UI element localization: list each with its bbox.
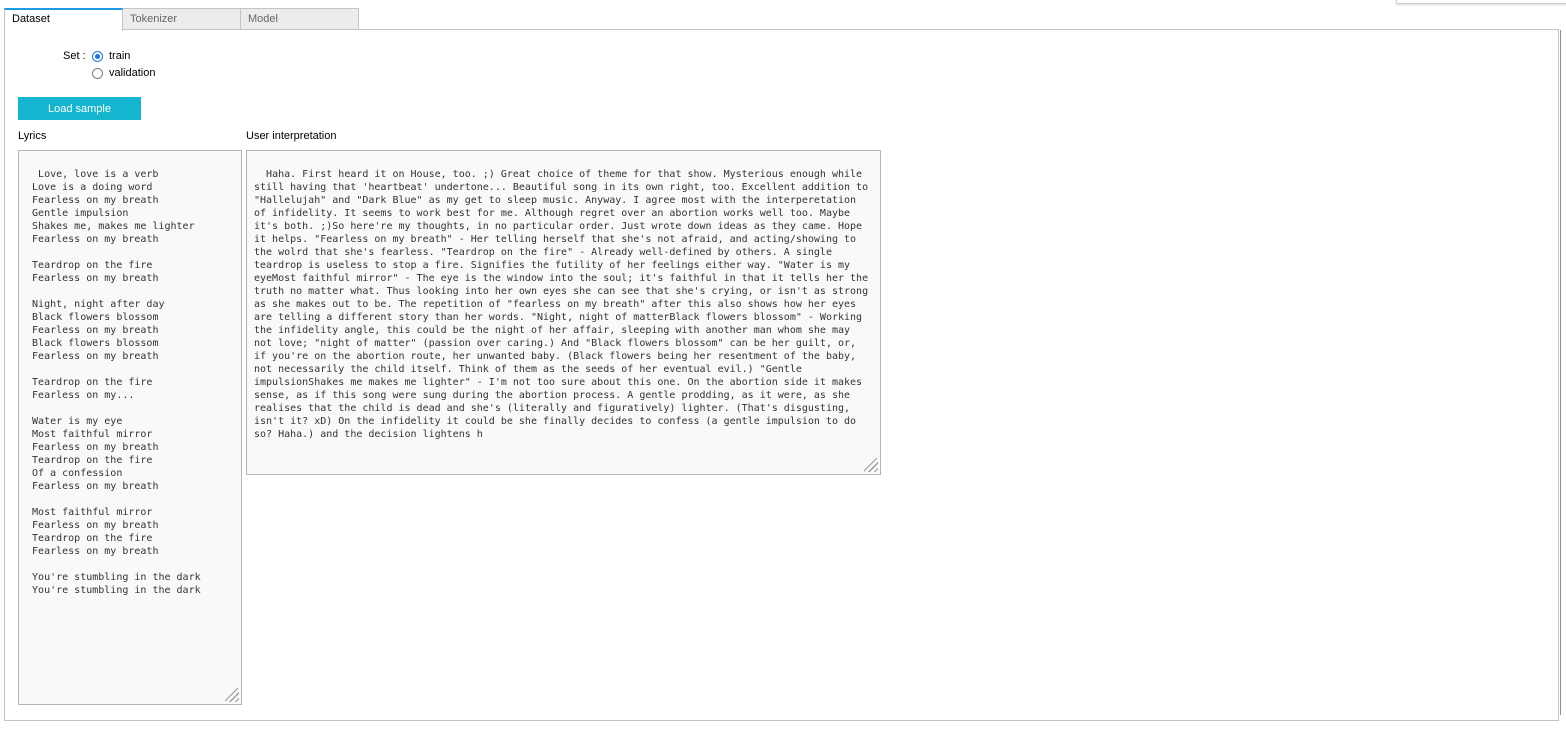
- lyrics-textarea[interactable]: Love, love is a verb Love is a doing wor…: [18, 150, 242, 705]
- radio-validation-label: validation: [109, 67, 156, 79]
- popup-edge: [1396, 0, 1566, 4]
- interpretation-textarea[interactable]: Haha. First heard it on House, too. ;) G…: [246, 150, 881, 475]
- tab-model[interactable]: Model: [240, 8, 359, 30]
- lyrics-text: Love, love is a verb Love is a doing wor…: [32, 169, 201, 596]
- radio-train-button[interactable]: [92, 50, 103, 62]
- tab-bar: Dataset Tokenizer Model: [4, 8, 359, 31]
- resize-handle-icon[interactable]: [225, 688, 239, 702]
- tab-tokenizer[interactable]: Tokenizer: [122, 8, 241, 30]
- radio-validation[interactable]: validation: [92, 67, 155, 79]
- radio-train-label: train: [109, 50, 131, 62]
- load-sample-button[interactable]: Load sample: [18, 97, 141, 120]
- tab-dataset[interactable]: Dataset: [4, 8, 123, 31]
- interpretation-label: User interpretation: [246, 130, 337, 142]
- resize-handle-icon[interactable]: [864, 458, 878, 472]
- panel-scroll-edge: [1560, 30, 1561, 715]
- interpretation-text: Haha. First heard it on House, too. ;) G…: [254, 169, 875, 440]
- radio-train[interactable]: train: [92, 50, 130, 62]
- lyrics-label: Lyrics: [18, 130, 47, 142]
- radio-validation-button[interactable]: [92, 67, 103, 79]
- set-label: Set :: [63, 50, 86, 62]
